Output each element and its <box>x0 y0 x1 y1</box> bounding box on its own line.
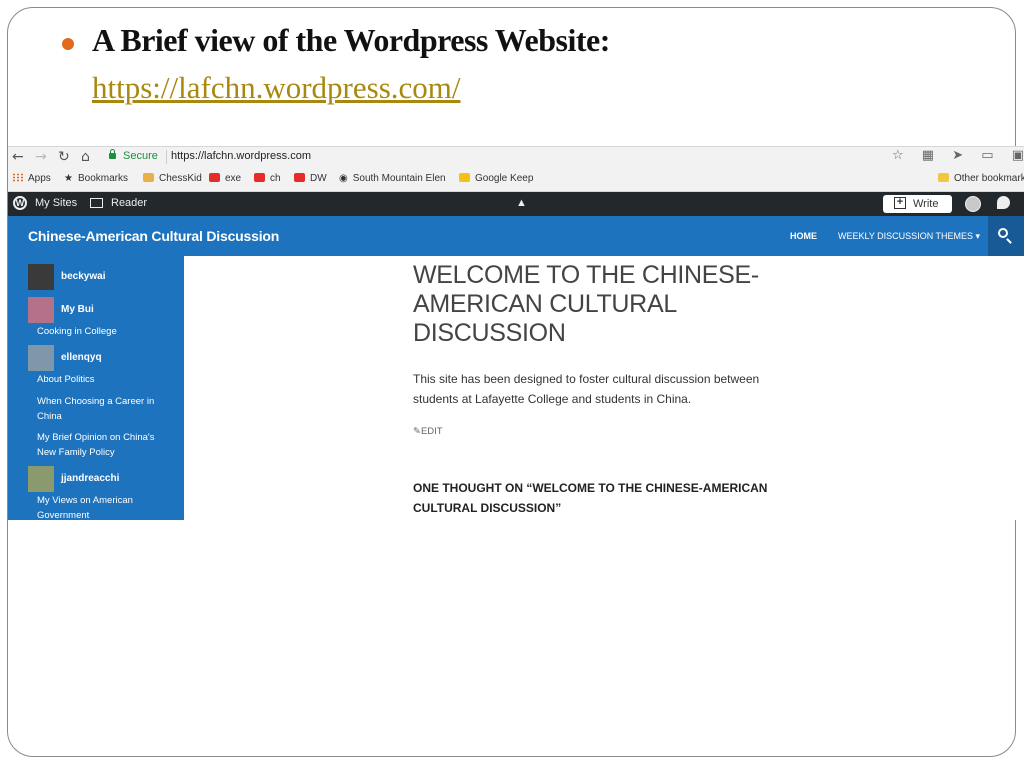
youtube-icon <box>209 173 220 182</box>
url-divider <box>166 150 167 164</box>
wordpress-logo-icon[interactable]: W <box>13 196 27 210</box>
plus-icon: + <box>894 197 906 209</box>
lock-icon <box>109 149 116 159</box>
apps-icon <box>12 173 23 182</box>
sidebar-post-link[interactable]: When Choosing a Career in China <box>37 394 172 424</box>
bookmark-other[interactable]: Other bookmarks <box>938 173 1024 184</box>
avatar <box>28 297 54 323</box>
search-icon <box>998 228 1008 238</box>
post-title: WELCOME TO THE CHINESE-AMERICAN CULTURAL… <box>413 261 759 347</box>
bookmark-apps[interactable]: Apps <box>12 173 51 184</box>
sidebar-post-link[interactable]: About Politics <box>37 372 172 387</box>
bookmark-chesskid[interactable]: ChessKid <box>143 173 202 184</box>
reader-icon[interactable] <box>90 198 103 208</box>
youtube-icon <box>294 173 305 182</box>
sidebar: beckywai My Bui Cooking in College ellen… <box>8 256 184 520</box>
url-field[interactable]: https://lafchn.wordpress.com <box>171 150 311 162</box>
lightbulb-icon[interactable]: ▣ <box>1012 148 1024 163</box>
menu-weekly-themes[interactable]: WEEKLY DISCUSSION THEMES ▾ <box>838 231 980 242</box>
sidebar-post-link[interactable]: My Views on American Government <box>37 493 172 520</box>
chesskid-icon <box>143 173 154 182</box>
forward-icon[interactable]: → <box>35 148 47 166</box>
profile-avatar[interactable] <box>965 196 981 212</box>
avatar <box>28 264 54 290</box>
menu-home[interactable]: HOME <box>790 231 817 241</box>
school-icon: ◉ <box>339 173 348 184</box>
edit-link[interactable]: ✎EDIT <box>413 426 443 437</box>
post-body: This site has been designed to foster cu… <box>413 372 760 406</box>
bookmark-dw[interactable]: DW <box>294 173 327 184</box>
home-icon[interactable]: ⌂ <box>81 148 90 166</box>
secure-label: Secure <box>123 150 158 162</box>
main-content: WELCOME TO THE CHINESE-AMERICAN CULTURAL… <box>184 256 1024 520</box>
notifications-icon[interactable] <box>997 196 1010 209</box>
folder-icon <box>938 173 949 182</box>
site-header: Chinese-American Cultural Discussion HOM… <box>8 216 1024 256</box>
address-bar: ← → ↻ ⌂ Secure https://lafchn.wordpress.… <box>8 146 1024 169</box>
google-keep-icon <box>459 173 470 182</box>
bullet-icon <box>62 38 74 50</box>
toolbar-icons: ☆ ▦ ➤ ▭ ▣ <box>892 148 1024 163</box>
pencil-icon: ✎ <box>413 426 421 437</box>
slide-title: A Brief view of the Wordpress Website: <box>92 22 610 58</box>
site-title[interactable]: Chinese-American Cultural Discussion <box>28 228 279 244</box>
avatar <box>28 345 54 371</box>
my-sites-link[interactable]: My Sites <box>35 197 77 209</box>
cursor-icon[interactable]: ➤ <box>952 148 963 163</box>
star-icon: ★ <box>64 173 73 184</box>
bookmark-south-mountain[interactable]: ◉ South Mountain Elen <box>339 173 446 184</box>
search-button[interactable] <box>988 216 1024 256</box>
avatar <box>28 466 54 492</box>
extension-icon[interactable]: ▦ <box>922 148 934 163</box>
browser-screenshot: ← → ↻ ⌂ Secure https://lafchn.wordpress.… <box>8 146 1024 520</box>
reload-icon[interactable]: ↻ <box>58 148 70 166</box>
bookmark-exe[interactable]: exe <box>209 173 241 184</box>
bookmark-google-keep[interactable]: Google Keep <box>459 173 533 184</box>
bookmark-ch[interactable]: ch <box>254 173 281 184</box>
sidebar-post-link[interactable]: My Brief Opinion on China's New Family P… <box>37 430 172 460</box>
star-icon[interactable]: ☆ <box>892 148 904 163</box>
reader-link[interactable]: Reader <box>111 197 147 209</box>
bookmark-bookmarks[interactable]: ★ Bookmarks <box>64 173 128 184</box>
sidebar-post-link[interactable]: Cooking in College <box>37 324 172 339</box>
write-button[interactable]: + Write <box>883 195 952 213</box>
wordpress-admin-bar: W My Sites Reader ▲ + Write <box>8 192 1024 216</box>
collapse-icon[interactable]: ▲ <box>516 197 527 209</box>
youtube-icon <box>254 173 265 182</box>
comments-heading: ONE THOUGHT ON “WELCOME TO THE CHINESE-A… <box>413 481 768 515</box>
extension-icon[interactable]: ▭ <box>981 148 993 163</box>
bookmarks-bar: Apps ★ Bookmarks ChessKid exe ch DW ◉ Sout… <box>8 168 1024 192</box>
slide-link[interactable]: https://lafchn.wordpress.com/ <box>92 70 461 106</box>
back-icon[interactable]: ← <box>12 148 24 166</box>
